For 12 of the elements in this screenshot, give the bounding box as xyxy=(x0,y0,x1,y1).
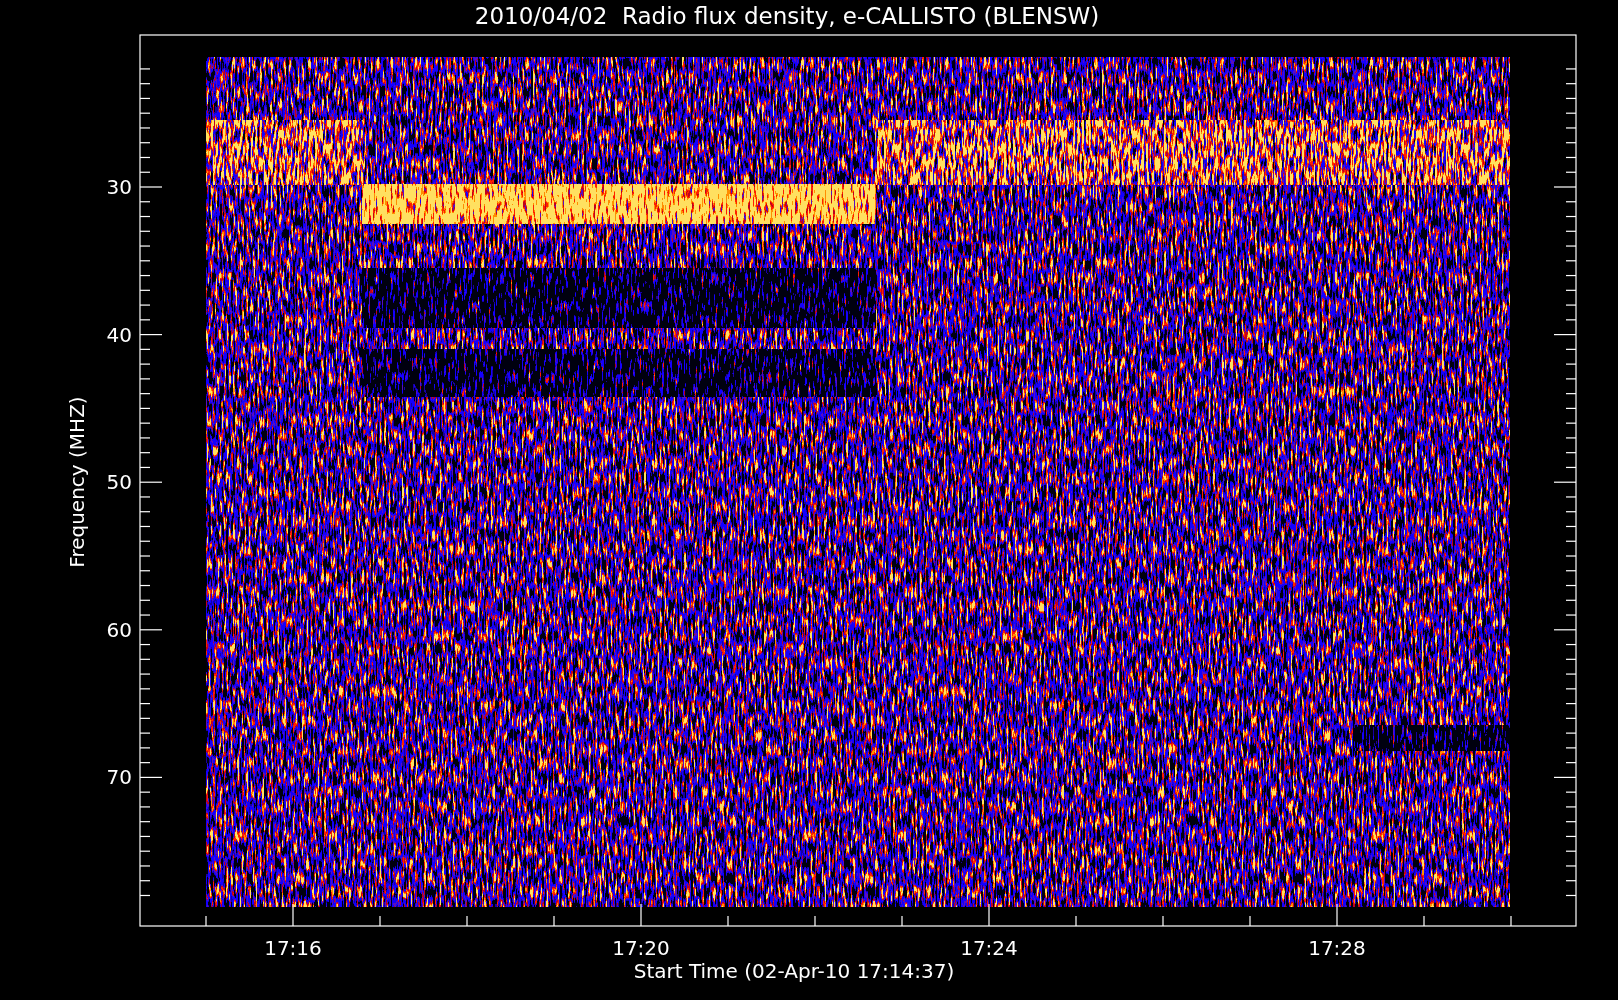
tick-label: 50 xyxy=(106,470,132,495)
chart-title: 2010/04/02 Radio flux density, e-CALLISTO (BLENSW) xyxy=(474,3,1100,29)
tick-label: 70 xyxy=(106,765,132,790)
tick-label: 60 xyxy=(106,617,132,642)
axis-title: Start Time (02-Apr-10 17:14:37) xyxy=(633,959,955,983)
tick-label: 17:24 xyxy=(960,936,1018,960)
tick-label: 40 xyxy=(106,322,132,347)
axis-title: Frequency (MHZ) xyxy=(65,396,89,568)
tick-label: 17:16 xyxy=(264,936,322,960)
tick-label: 30 xyxy=(106,175,132,199)
tick-label: 17:28 xyxy=(1308,936,1366,960)
tick-label: 17:20 xyxy=(612,936,670,960)
